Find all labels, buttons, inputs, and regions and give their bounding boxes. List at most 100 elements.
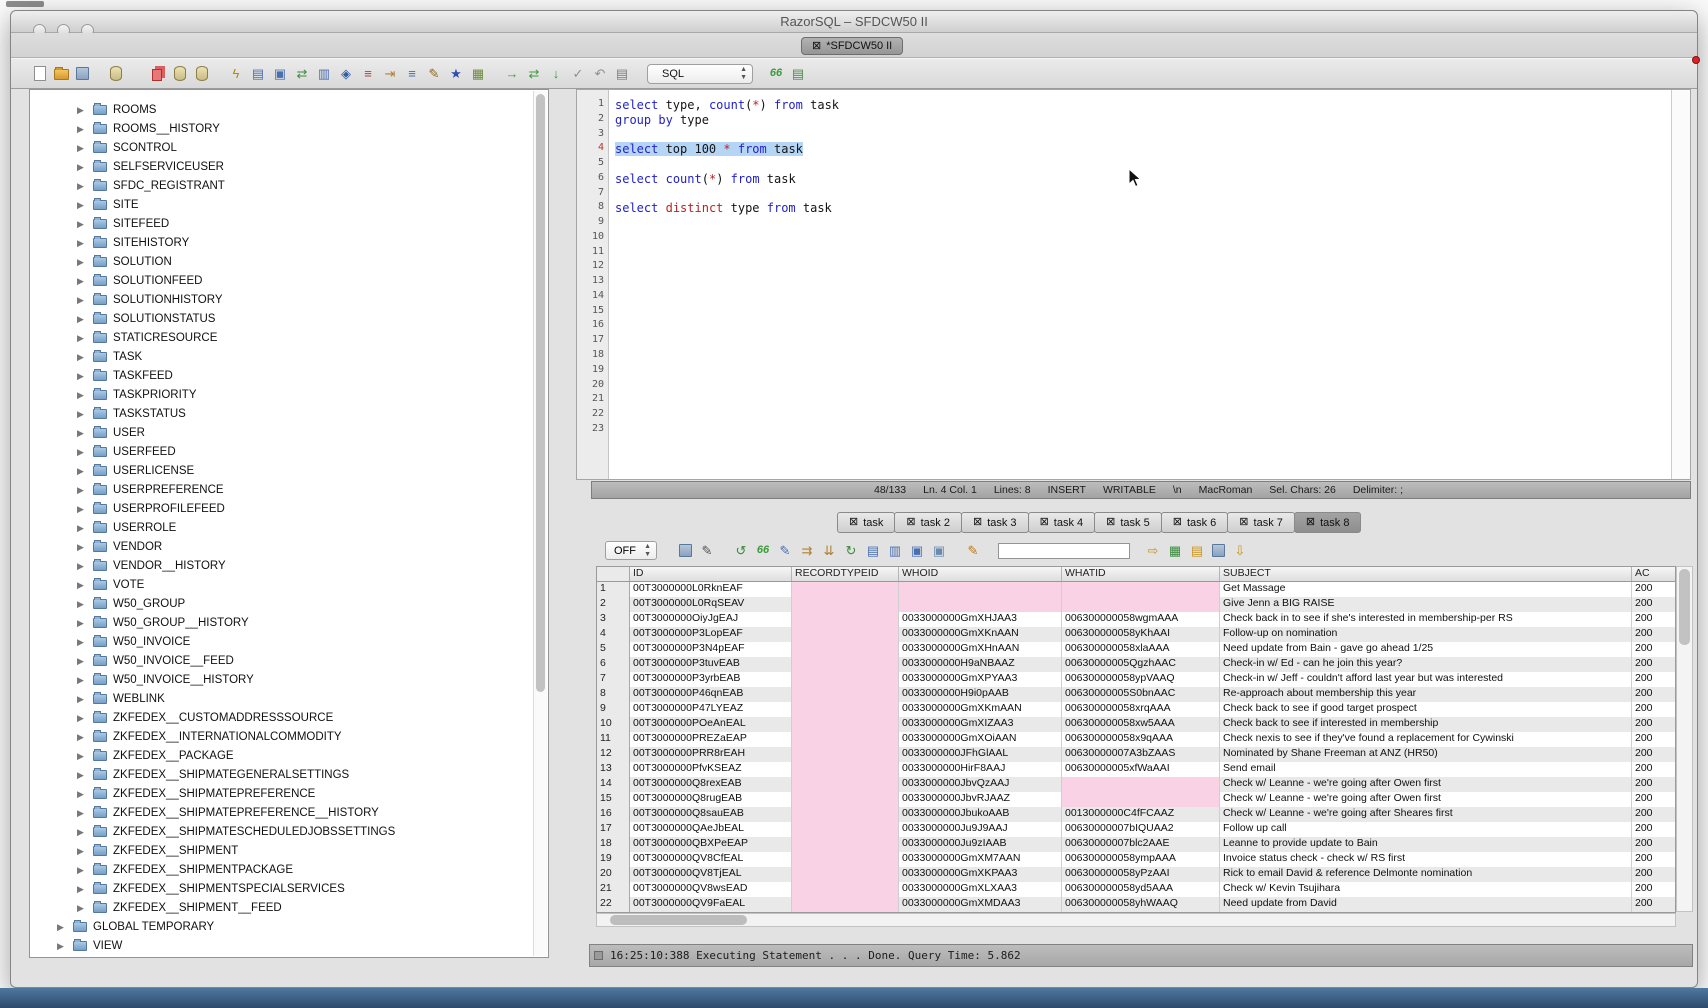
table-cell[interactable]: 00T3000000QAeJbEAL: [630, 822, 792, 837]
code-line[interactable]: [615, 157, 1671, 172]
copy-all-icon[interactable]: ▣: [930, 542, 948, 559]
tree-item[interactable]: ▶ZKFEDEX__SHIPMENT__FEED: [77, 899, 282, 917]
table-cell[interactable]: 00T3000000P3LopEAF: [630, 627, 792, 642]
tree-item[interactable]: ▶WEBLINK: [77, 690, 165, 708]
table-cell[interactable]: Check back to see if good target prospec…: [1220, 702, 1632, 717]
table-cell[interactable]: 00T3000000Q8rugEAB: [630, 792, 792, 807]
tree-item[interactable]: ▶USERLICENSE: [77, 462, 194, 480]
result-tab[interactable]: ⊠task 7: [1227, 512, 1295, 533]
tree-item[interactable]: ▶ZKFEDEX__CUSTOMADDRESSSOURCE: [77, 709, 333, 727]
row-number-cell[interactable]: 11: [597, 732, 630, 747]
disclosure-triangle-icon[interactable]: ▶: [77, 447, 87, 458]
disclosure-triangle-icon[interactable]: ▶: [77, 485, 87, 496]
tree-item[interactable]: ▶VOTE: [77, 576, 144, 594]
row-number-cell[interactable]: 14: [597, 777, 630, 792]
sql-code-area[interactable]: select type, count(*) from taskgroup by …: [609, 90, 1671, 479]
tab-close-icon[interactable]: ⊠: [906, 517, 915, 528]
code-line[interactable]: [615, 423, 1671, 438]
table-cell[interactable]: [792, 657, 899, 672]
table-cell[interactable]: 00T3000000P47LYEAZ: [630, 702, 792, 717]
table-cell[interactable]: 0033000000GmXKPAA3: [899, 867, 1062, 882]
disclosure-triangle-icon[interactable]: ▶: [77, 390, 87, 401]
quotes-results-icon[interactable]: 66: [754, 542, 772, 559]
table-cell[interactable]: Invoice status check - check w/ RS first: [1220, 852, 1632, 867]
table-cell[interactable]: 200: [1632, 612, 1677, 627]
table-cell[interactable]: [899, 582, 1062, 597]
favorites-star-icon[interactable]: ★: [447, 65, 465, 82]
table-cell[interactable]: Nominated by Shane Freeman at ANZ (HR50): [1220, 747, 1632, 762]
table-cell[interactable]: [792, 882, 899, 897]
result-tab[interactable]: ⊠task 2: [894, 512, 962, 533]
table-cell[interactable]: Check w/ Kevin Tsujihara: [1220, 882, 1632, 897]
tree-item[interactable]: ▶SOLUTIONSTATUS: [77, 310, 215, 328]
commit-check-icon[interactable]: ✓: [569, 65, 587, 82]
tree-item[interactable]: ▶SITEHISTORY: [77, 234, 189, 252]
table-cell[interactable]: 0033000000GmXHJAA3: [899, 612, 1062, 627]
edit-table-icon[interactable]: ▤: [1188, 542, 1206, 559]
tree-vertical-scrollbar[interactable]: [533, 91, 547, 956]
tree-item[interactable]: ▶USERFEED: [77, 443, 176, 461]
table-cell[interactable]: 006300000058xrqAAA: [1062, 702, 1220, 717]
table-cell[interactable]: 00630000005xfWaAAI: [1062, 762, 1220, 777]
row-number-cell[interactable]: 22: [597, 897, 630, 912]
code-line[interactable]: [615, 379, 1671, 394]
refresh-icon[interactable]: ⇄: [293, 65, 311, 82]
tree-item[interactable]: ▶TASKPRIORITY: [77, 386, 197, 404]
tree-item[interactable]: ▶W50_GROUP__HISTORY: [77, 614, 249, 632]
result-tab[interactable]: ⊠task 6: [1161, 512, 1229, 533]
result-tab[interactable]: ⊠task 5: [1094, 512, 1162, 533]
table-cell[interactable]: [1062, 597, 1220, 612]
tab-close-icon[interactable]: ⊠: [973, 517, 982, 528]
code-line[interactable]: select top 100 * from task: [615, 142, 1671, 157]
code-line[interactable]: [615, 290, 1671, 305]
result-tab[interactable]: ⊠task 4: [1028, 512, 1096, 533]
table-cell[interactable]: 00T3000000PfvKSEAZ: [630, 762, 792, 777]
tree-item[interactable]: ▶W50_INVOICE__FEED: [77, 652, 234, 670]
disclosure-triangle-icon[interactable]: ▶: [77, 238, 87, 249]
row-number-cell[interactable]: 10: [597, 717, 630, 732]
table-cell[interactable]: [1062, 792, 1220, 807]
table-cell[interactable]: [1062, 777, 1220, 792]
table-cell[interactable]: Give Jenn a BIG RAISE: [1220, 597, 1632, 612]
table-cell[interactable]: 200: [1632, 777, 1677, 792]
tree-item[interactable]: ▶SELFSERVICEUSER: [77, 158, 224, 176]
tree-item[interactable]: ▶SCONTROL: [77, 139, 177, 157]
table-cell[interactable]: 0033000000Ju9zIAAB: [899, 837, 1062, 852]
tree-item[interactable]: ▶ZKFEDEX__INTERNATIONALCOMMODITY: [77, 728, 342, 746]
row-number-cell[interactable]: 6: [597, 657, 630, 672]
row-number-cell[interactable]: 21: [597, 882, 630, 897]
tree-item[interactable]: ▶SITE: [77, 196, 139, 214]
disclosure-triangle-icon[interactable]: ▶: [77, 561, 87, 572]
table-cell[interactable]: 006300000058wgmAAA: [1062, 612, 1220, 627]
table-cell[interactable]: 200: [1632, 792, 1677, 807]
limit-select[interactable]: OFF ▲▼: [605, 541, 657, 560]
table-cell[interactable]: [792, 897, 899, 912]
disclosure-triangle-icon[interactable]: ▶: [57, 941, 67, 952]
disclosure-triangle-icon[interactable]: ▶: [77, 371, 87, 382]
edit-cell-icon[interactable]: ✎: [776, 542, 794, 559]
disclosure-triangle-icon[interactable]: ▶: [77, 732, 87, 743]
disclosure-triangle-icon[interactable]: ▶: [77, 124, 87, 135]
drop-db-icon[interactable]: [196, 66, 208, 81]
disclosure-triangle-icon[interactable]: ▶: [77, 314, 87, 325]
tree-item[interactable]: ▶TASKFEED: [77, 367, 173, 385]
code-line[interactable]: [615, 187, 1671, 202]
table-cell[interactable]: 0033000000GmXKmAAN: [899, 702, 1062, 717]
disclosure-triangle-icon[interactable]: ▶: [77, 105, 87, 116]
tab-close-icon[interactable]: ⊠: [849, 517, 858, 528]
table-cell[interactable]: [792, 582, 899, 597]
code-line[interactable]: [615, 305, 1671, 320]
table-cell[interactable]: 0033000000H9i0pAAB: [899, 687, 1062, 702]
table-cell[interactable]: [792, 867, 899, 882]
edit-sql-icon[interactable]: ✎: [425, 65, 443, 82]
table-cell[interactable]: 00630000005QgzhAAC: [1062, 657, 1220, 672]
table-cell[interactable]: 00T3000000P3N4pEAF: [630, 642, 792, 657]
disclosure-triangle-icon[interactable]: ▶: [77, 789, 87, 800]
disclosure-triangle-icon[interactable]: ▶: [57, 922, 67, 933]
code-line[interactable]: group by type: [615, 113, 1671, 128]
table-cell[interactable]: 200: [1632, 732, 1677, 747]
copy-table-icon[interactable]: [152, 69, 162, 81]
table-cell[interactable]: 0033000000GmXMDAA3: [899, 897, 1062, 912]
disclosure-triangle-icon[interactable]: ▶: [77, 200, 87, 211]
tree-item[interactable]: ▶W50_GROUP: [77, 595, 185, 613]
